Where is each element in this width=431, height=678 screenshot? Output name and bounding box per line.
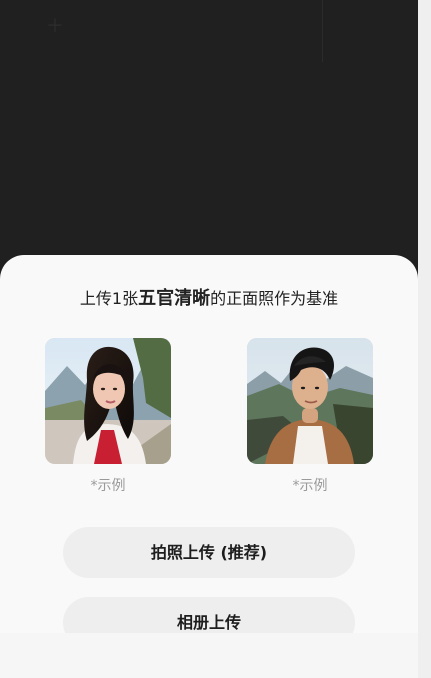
title-emphasis: 五官清晰: [138, 288, 211, 309]
female-example-portrait: [45, 338, 171, 464]
camera-upload-button[interactable]: 拍照上传 (推荐): [63, 527, 355, 578]
upload-bottom-sheet: 上传1张五官清晰的正面照作为基准 *示例 *示例 拍照上传 (推荐) 相册上传: [0, 255, 418, 678]
title-suffix: 的正面照作为基准: [210, 289, 339, 308]
male-example-portrait: [247, 338, 373, 464]
female-example-caption: *示例: [90, 478, 126, 494]
male-example-photo: [247, 338, 373, 464]
screen: ＋ 上传1张五官清晰的正面照作为基准 *示例 *示例 拍照上传 (推荐) 相册上…: [0, 0, 418, 678]
sheet-bottom-area: [0, 633, 418, 678]
right-edge-strip: [418, 0, 431, 678]
female-example-photo: [45, 338, 171, 464]
plus-icon: ＋: [46, 16, 64, 37]
title-prefix: 上传1张: [79, 289, 139, 308]
upload-instruction-title: 上传1张五官清晰的正面照作为基准: [0, 288, 418, 310]
background-divider: [322, 0, 323, 62]
male-example-caption: *示例: [292, 478, 328, 494]
